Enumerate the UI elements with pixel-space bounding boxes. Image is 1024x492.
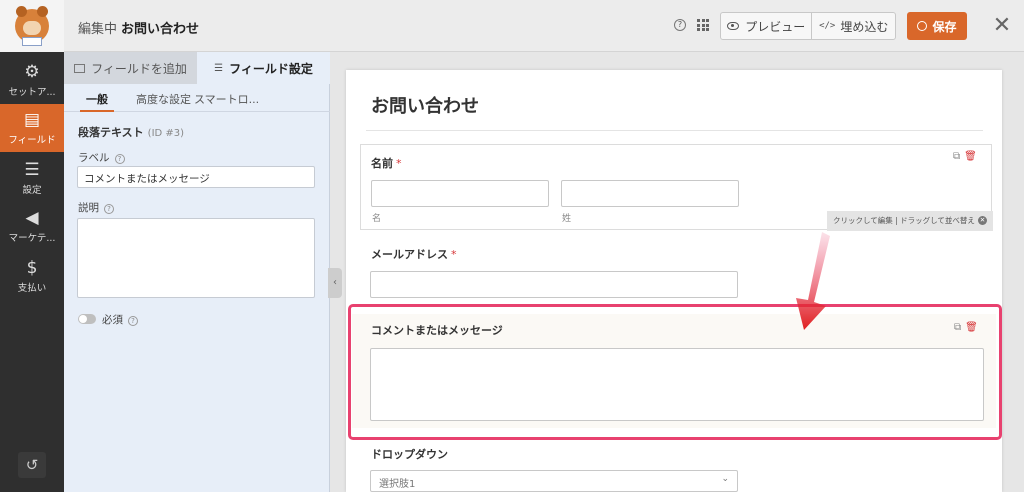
annotation-arrow — [796, 232, 830, 330]
arrow-shape — [796, 232, 830, 330]
